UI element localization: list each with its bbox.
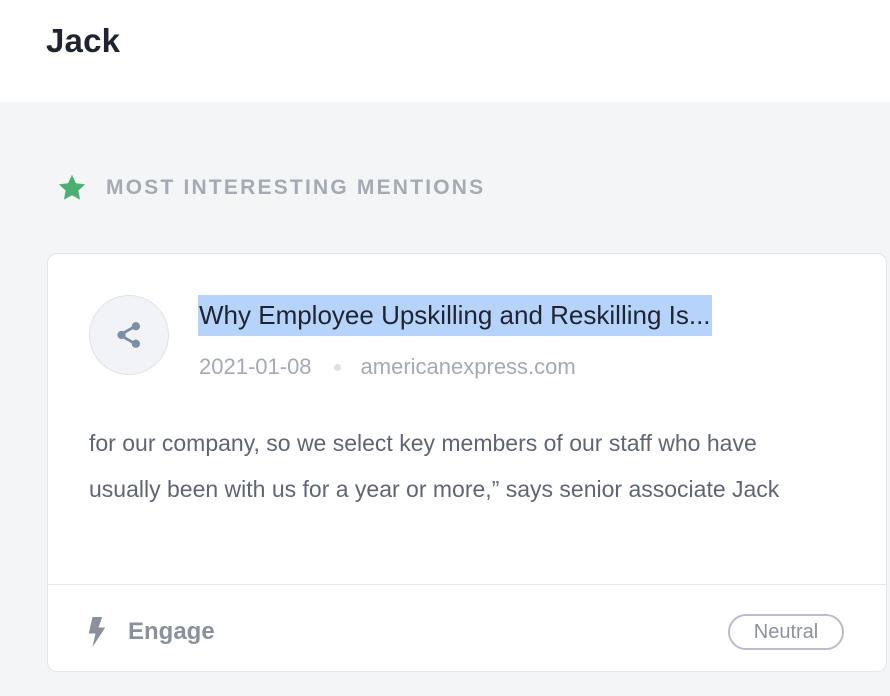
card-divider xyxy=(48,584,886,585)
mention-meta: 2021-01-08 americanexpress.com xyxy=(199,354,576,380)
mention-card: Why Employee Upskilling and Reskilling I… xyxy=(47,253,887,672)
share-icon xyxy=(117,322,140,348)
section-header: MOST INTERESTING MENTIONS xyxy=(56,172,485,204)
page-header: Jack xyxy=(0,0,890,102)
star-icon xyxy=(59,174,85,200)
mention-source: americanexpress.com xyxy=(360,354,576,379)
lightning-icon xyxy=(88,617,106,647)
source-avatar xyxy=(89,295,169,375)
sentiment-badge: Neutral xyxy=(728,614,844,650)
mention-excerpt: for our company, so we select key member… xyxy=(89,430,780,502)
page-title: Jack xyxy=(46,22,121,59)
mention-date: 2021-01-08 xyxy=(199,354,312,379)
separator-dot xyxy=(333,363,341,371)
engage-label: Engage xyxy=(128,618,215,645)
engage-button[interactable]: Engage xyxy=(88,616,215,648)
mention-title-link[interactable]: Why Employee Upskilling and Reskilling I… xyxy=(198,295,712,336)
section-title: MOST INTERESTING MENTIONS xyxy=(106,176,486,199)
